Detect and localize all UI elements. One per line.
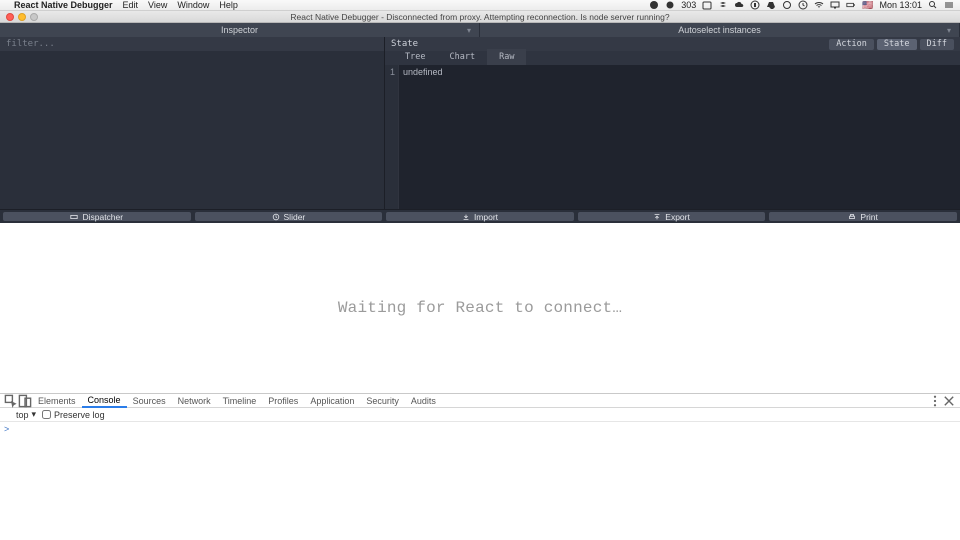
status-icon-1p[interactable]	[750, 0, 760, 10]
instances-header-label: Autoselect instances	[678, 25, 761, 35]
zoom-button[interactable]	[30, 13, 38, 21]
menu-edit[interactable]: Edit	[123, 0, 139, 10]
minimize-button[interactable]	[18, 13, 26, 21]
status-icon-wifi[interactable]	[814, 0, 824, 10]
status-count[interactable]: 303	[681, 0, 696, 10]
macos-menubar: React Native Debugger Edit View Window H…	[0, 0, 960, 11]
device-toggle-icon[interactable]	[18, 394, 32, 408]
react-devtools-waiting: Waiting for React to connect…	[0, 223, 960, 393]
tab-audits[interactable]: Audits	[405, 394, 442, 408]
instances-header[interactable]: Autoselect instances ▾	[480, 23, 960, 37]
status-icon-dropbox[interactable]	[718, 0, 728, 10]
print-icon	[848, 213, 856, 221]
subtab-raw[interactable]: Raw	[487, 49, 526, 65]
menu-window[interactable]: Window	[177, 0, 209, 10]
menu-help[interactable]: Help	[219, 0, 238, 10]
inspector-pane	[0, 37, 385, 209]
chevron-down-icon: ▾	[467, 26, 471, 35]
status-icon-cloud[interactable]	[734, 0, 744, 10]
spotlight-icon[interactable]	[928, 0, 938, 10]
view-segmented-control: Action State Diff	[829, 39, 954, 50]
status-icon-battery[interactable]	[846, 0, 856, 10]
raw-state-view[interactable]: 1 undefined	[385, 65, 960, 209]
download-icon	[462, 213, 470, 221]
preserve-log-label: Preserve log	[54, 410, 105, 420]
preserve-log-input[interactable]	[42, 410, 51, 419]
state-content: undefined	[403, 67, 443, 77]
window-controls	[6, 13, 38, 21]
status-icon-drive[interactable]	[766, 0, 776, 10]
menubar-app-name[interactable]: React Native Debugger	[14, 0, 113, 10]
console-output[interactable]: >	[0, 422, 960, 540]
clock-icon	[272, 213, 280, 221]
context-selector[interactable]: top ▾	[16, 409, 36, 420]
close-button[interactable]	[6, 13, 14, 21]
status-icon-circle[interactable]	[649, 0, 659, 10]
tab-network[interactable]: Network	[172, 394, 217, 408]
waiting-text: Waiting for React to connect…	[338, 299, 622, 317]
keyboard-icon	[70, 213, 78, 221]
status-icon-dot[interactable]	[665, 0, 675, 10]
subtab-chart[interactable]: Chart	[437, 49, 487, 65]
export-button[interactable]: Export	[578, 212, 766, 221]
console-prompt: >	[4, 424, 9, 434]
status-icon-clock[interactable]	[798, 0, 808, 10]
slider-button[interactable]: Slider	[195, 212, 383, 221]
slider-label: Slider	[284, 212, 306, 222]
status-clock[interactable]: Mon 13:01	[879, 0, 922, 10]
tab-profiles[interactable]: Profiles	[262, 394, 304, 408]
tab-security[interactable]: Security	[360, 394, 405, 408]
preserve-log-checkbox[interactable]: Preserve log	[42, 410, 105, 420]
state-pane: State Action State Diff Tree Chart Raw 1…	[385, 37, 960, 209]
context-label: top	[16, 410, 29, 420]
tab-application[interactable]: Application	[304, 394, 360, 408]
tab-elements[interactable]: Elements	[32, 394, 82, 408]
console-toolbar: top ▾ Preserve log	[0, 408, 960, 422]
devtools-menu-icon[interactable]	[928, 394, 942, 408]
devtools-tab-bar: Elements Console Sources Network Timelin…	[0, 394, 960, 408]
subtab-tree[interactable]: Tree	[393, 49, 437, 65]
import-label: Import	[474, 212, 498, 222]
diff-tab[interactable]: Diff	[920, 39, 954, 50]
dispatcher-button[interactable]: Dispatcher	[3, 212, 191, 221]
debugger-panel: Inspector ▾ Autoselect instances ▾ State…	[0, 23, 960, 223]
filter-input[interactable]	[0, 37, 384, 51]
menu-icon[interactable]	[944, 0, 954, 10]
upload-icon	[653, 213, 661, 221]
chevron-down-icon: ▾	[32, 409, 37, 420]
line-number: 1	[385, 65, 399, 209]
devtools-close-icon[interactable]	[942, 394, 956, 408]
status-flag[interactable]: 🇺🇸	[862, 0, 873, 11]
debugger-action-bar: Dispatcher Slider Import Export Print	[0, 209, 960, 223]
status-icon-display[interactable]	[830, 0, 840, 10]
inspect-element-icon[interactable]	[4, 394, 18, 408]
dispatcher-label: Dispatcher	[82, 212, 123, 222]
chevron-down-icon: ▾	[947, 26, 951, 35]
inspector-header[interactable]: Inspector ▾	[0, 23, 480, 37]
state-title: State	[391, 39, 418, 49]
tab-timeline[interactable]: Timeline	[217, 394, 263, 408]
print-label: Print	[860, 212, 877, 222]
tab-console[interactable]: Console	[82, 394, 127, 408]
state-tab[interactable]: State	[877, 39, 917, 50]
print-button[interactable]: Print	[769, 212, 957, 221]
import-button[interactable]: Import	[386, 212, 574, 221]
action-tab[interactable]: Action	[829, 39, 874, 50]
inspector-header-label: Inspector	[221, 25, 258, 35]
window-titlebar: React Native Debugger - Disconnected fro…	[0, 11, 960, 23]
tab-sources[interactable]: Sources	[127, 394, 172, 408]
chrome-devtools: Elements Console Sources Network Timelin…	[0, 393, 960, 540]
window-title: React Native Debugger - Disconnected fro…	[0, 12, 960, 22]
status-icon-cal[interactable]	[702, 0, 712, 10]
menu-view[interactable]: View	[148, 0, 167, 10]
status-icon-sync[interactable]	[782, 0, 792, 10]
export-label: Export	[665, 212, 690, 222]
